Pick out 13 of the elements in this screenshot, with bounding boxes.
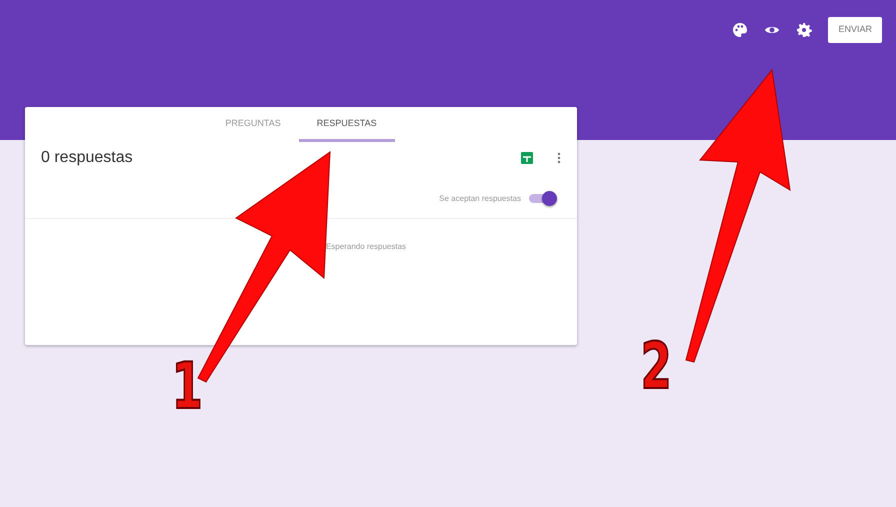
accepting-responses-label: Se aceptan respuestas [439, 192, 521, 204]
accepting-responses-toggle[interactable] [529, 192, 557, 206]
tab[interactable]: RESPUESTAS [298, 107, 395, 142]
palette-icon[interactable] [732, 22, 748, 38]
send-button[interactable]: ENVIAR [828, 17, 882, 42]
annotation-number: 2 [640, 335, 672, 399]
empty-message: Esperando respuestas [326, 240, 406, 252]
settings-icon[interactable] [796, 22, 812, 38]
annotation-number: 1 [172, 355, 203, 419]
responses-count-title: 0 respuestas [41, 148, 133, 168]
tab[interactable]: PREGUNTAS [207, 107, 299, 142]
spreadsheet-icon[interactable] [521, 152, 533, 164]
more-options-icon[interactable] [557, 152, 561, 164]
